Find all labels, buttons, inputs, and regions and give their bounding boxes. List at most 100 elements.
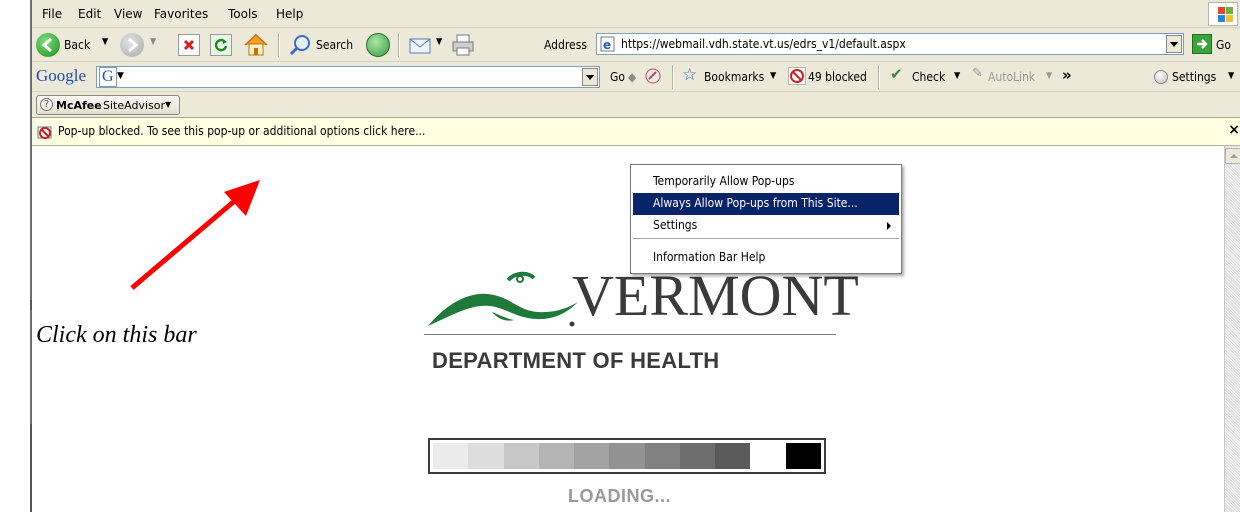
go-button-label[interactable]: Go: [1216, 38, 1231, 52]
back-dropdown-icon[interactable]: ▼: [102, 37, 108, 47]
mcafee-toolbar: ? McAfee SiteAdvisor ▼: [32, 92, 1240, 118]
pagerank-icon[interactable]: [644, 67, 662, 85]
search-button-label[interactable]: Search: [316, 38, 353, 52]
menu-help[interactable]: Help: [276, 7, 303, 21]
logo-divider: [424, 334, 836, 335]
progress-segment: [574, 443, 610, 469]
back-arrow-icon[interactable]: [36, 33, 60, 57]
infobar-text[interactable]: Pop-up blocked. To see this pop-up or ad…: [58, 124, 425, 138]
menu-item-label: Settings: [653, 218, 698, 232]
progress-segment: [468, 443, 504, 469]
help-circle-icon: ?: [40, 98, 53, 111]
close-icon[interactable]: ×: [1228, 122, 1240, 138]
progress-segment: [538, 443, 575, 469]
google-g-dropdown-icon[interactable]: ▼: [117, 71, 124, 81]
progress-segment: [433, 443, 469, 469]
mail-dropdown-icon[interactable]: ▼: [436, 37, 442, 47]
autolink-button[interactable]: AutoLink: [988, 70, 1035, 84]
autolink-dropdown-icon[interactable]: ▼: [1046, 71, 1052, 81]
search-icon[interactable]: [288, 33, 314, 57]
loading-text: LOADING...: [568, 486, 671, 506]
menu-divider: [633, 238, 899, 239]
menu-item-label: Always Allow Pop-ups from This Site...: [653, 196, 858, 210]
toolbar-separator: [398, 33, 399, 57]
popup-blocked-icon: [37, 124, 53, 140]
menu-tools[interactable]: Tools: [228, 7, 258, 21]
mcafee-dropdown-icon: ▼: [165, 100, 172, 109]
bookmarks-dropdown-icon[interactable]: ▼: [770, 71, 776, 81]
progress-segment: [750, 443, 786, 469]
popup-blocked-icon[interactable]: [788, 67, 806, 85]
svg-text:e: e: [603, 38, 611, 52]
menu-item-settings[interactable]: Settings: [633, 215, 899, 237]
vermont-mountain-logo-icon: [428, 271, 578, 327]
menu-item-information-bar-help[interactable]: Information Bar Help: [633, 247, 899, 269]
menu-bar: File Edit View Favorites Tools Help: [32, 0, 1240, 28]
department-of-health-title: DEPARTMENT OF HEALTH: [432, 348, 720, 373]
vertical-scrollbar[interactable]: [1224, 146, 1240, 512]
address-dropdown-icon[interactable]: [1166, 35, 1182, 53]
toolbar-separator: [672, 65, 673, 89]
menu-item-label: Information Bar Help: [653, 250, 766, 264]
address-bar[interactable]: e https://webmail.vdh.state.vt.us/edrs_v…: [596, 33, 1184, 55]
home-icon[interactable]: [242, 32, 270, 58]
check-dropdown-icon[interactable]: ▼: [954, 71, 960, 81]
progress-segment: [715, 443, 751, 469]
toolbar-separator: [878, 65, 879, 89]
windows-logo-icon: [1208, 2, 1238, 26]
google-logo[interactable]: Google: [36, 66, 86, 86]
margin-rule: [30, 300, 32, 310]
back-button-label[interactable]: Back: [64, 38, 90, 52]
settings-button[interactable]: Settings: [1172, 70, 1216, 84]
autolink-icon[interactable]: ✎: [972, 66, 983, 81]
loading-progress-bar: [428, 438, 826, 474]
refresh-icon[interactable]: [210, 34, 232, 56]
popup-information-bar[interactable]: Pop-up blocked. To see this pop-up or ad…: [32, 118, 1240, 146]
google-search-input[interactable]: G ▼: [96, 66, 600, 88]
go-arrow-icon[interactable]: [1192, 34, 1212, 54]
history-icon[interactable]: [366, 33, 390, 57]
mail-icon[interactable]: [408, 34, 434, 56]
settings-dropdown-icon[interactable]: ▼: [1228, 71, 1234, 81]
menu-item-temporarily-allow[interactable]: Temporarily Allow Pop-ups: [633, 171, 899, 193]
popups-blocked-count[interactable]: 49 blocked: [808, 70, 867, 84]
print-icon[interactable]: [450, 33, 478, 57]
submenu-arrow-icon: [887, 222, 891, 230]
menu-item-label: Temporarily Allow Pop-ups: [653, 174, 795, 188]
stop-icon[interactable]: [178, 34, 200, 56]
red-arrow-icon: [130, 180, 260, 290]
forward-arrow-icon[interactable]: [120, 33, 144, 57]
progress-segment: [785, 443, 821, 469]
toolbar-overflow-chevron-icon[interactable]: »: [1062, 66, 1072, 84]
menu-favorites[interactable]: Favorites: [154, 7, 208, 21]
ie-page-icon: e: [600, 36, 616, 52]
google-go-button[interactable]: Go: [610, 70, 625, 84]
bookmarks-button[interactable]: Bookmarks: [704, 70, 764, 84]
mcafee-brand: McAfee: [56, 99, 102, 112]
progress-segment: [679, 443, 716, 469]
toolbar-separator: [278, 33, 279, 57]
progress-segment: [609, 443, 645, 469]
progress-segment: [503, 443, 539, 469]
scroll-up-arrow-icon[interactable]: [1225, 148, 1240, 164]
bookmarks-star-icon[interactable]: ☆: [682, 65, 697, 85]
menu-edit[interactable]: Edit: [78, 7, 101, 21]
address-label: Address: [544, 38, 587, 52]
navigation-toolbar: Back ▼ ▼ Search ▼ Address e https://webm…: [32, 28, 1240, 62]
margin-rule: [30, 424, 32, 512]
mcafee-siteadvisor-button[interactable]: ? McAfee SiteAdvisor ▼: [36, 95, 180, 115]
google-g-button[interactable]: G: [99, 67, 117, 87]
check-button[interactable]: Check: [912, 70, 945, 84]
settings-icon[interactable]: [1154, 70, 1168, 84]
google-search-dropdown-icon[interactable]: [582, 68, 598, 86]
google-next-icon[interactable]: ◆: [628, 70, 636, 84]
menu-item-always-allow[interactable]: Always Allow Pop-ups from This Site...: [633, 193, 899, 215]
forward-dropdown-icon[interactable]: ▼: [150, 37, 156, 47]
popup-options-context-menu: Temporarily Allow Pop-ups Always Allow P…: [630, 164, 902, 274]
spellcheck-icon[interactable]: ✔: [890, 65, 903, 83]
menu-view[interactable]: View: [114, 7, 142, 21]
address-url[interactable]: https://webmail.vdh.state.vt.us/edrs_v1/…: [621, 37, 906, 51]
menu-file[interactable]: File: [42, 7, 62, 21]
annotation-text: Click on this bar: [36, 322, 197, 348]
mcafee-product: SiteAdvisor: [103, 99, 165, 112]
